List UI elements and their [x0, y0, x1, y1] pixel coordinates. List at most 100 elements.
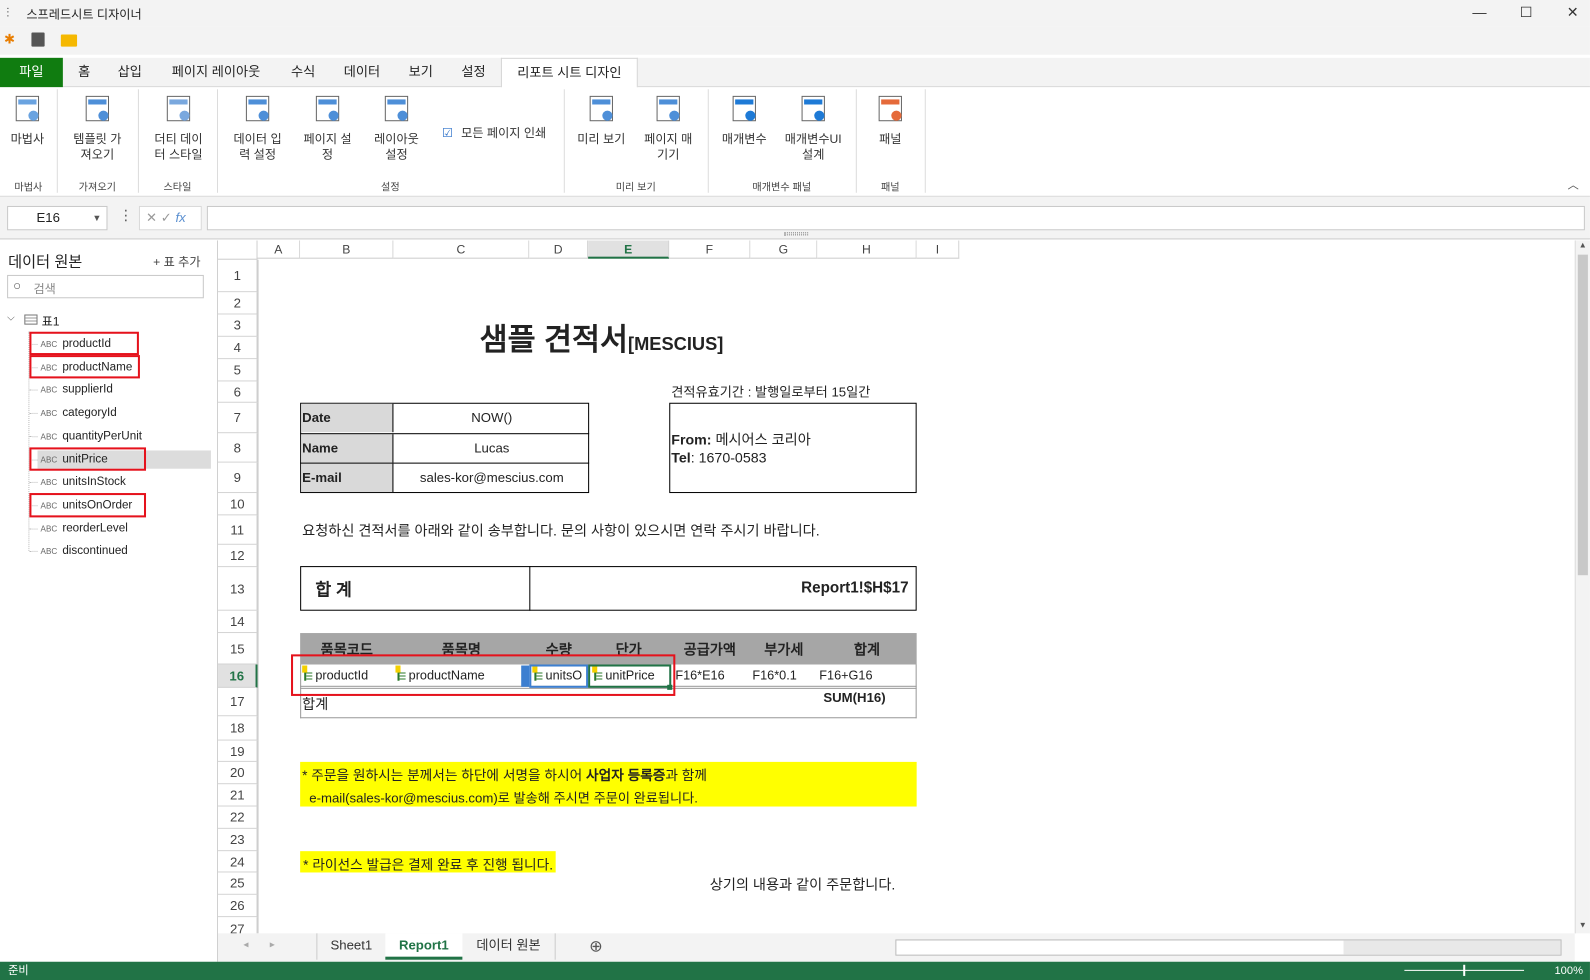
row-header[interactable]: 19 — [218, 740, 258, 762]
tab-formulas[interactable]: 수식 — [284, 58, 323, 87]
tab-insert[interactable]: 삽입 — [112, 58, 149, 87]
collapse-icon[interactable]: ⌵ — [7, 312, 15, 323]
page-settings-button[interactable]: 페이지 설정 — [296, 91, 359, 162]
data-entry-settings-button[interactable]: 데이터 입력 설정 — [225, 91, 290, 162]
column-header[interactable]: H — [817, 240, 917, 259]
close-button[interactable]: ✕ — [1549, 0, 1590, 26]
field-item[interactable]: ABC discontinued — [41, 541, 128, 561]
open-folder-icon[interactable] — [60, 34, 78, 47]
pagination-button[interactable]: 페이지 매 기기 — [637, 91, 700, 162]
row-header[interactable]: 9 — [218, 462, 258, 494]
row-header[interactable]: 22 — [218, 806, 258, 829]
row-header[interactable]: 26 — [218, 894, 258, 918]
row-header[interactable]: 5 — [218, 359, 258, 382]
row-header[interactable]: 6 — [218, 381, 258, 403]
button-label: 정 — [321, 147, 334, 162]
group-divider — [216, 89, 219, 193]
field-item[interactable]: ABC categoryId — [41, 403, 117, 423]
field-item[interactable]: ABC quantityPerUnit — [41, 426, 142, 446]
column-header[interactable]: A — [257, 240, 301, 259]
tab-view[interactable]: 보기 — [402, 58, 441, 87]
tab-page-layout[interactable]: 페이지 레이아웃 — [162, 58, 269, 87]
panel-button[interactable]: 패널 — [864, 91, 917, 147]
tab-report-sheet-design[interactable]: 리포트 시트 디자인 — [500, 57, 638, 89]
column-header[interactable]: I — [916, 240, 960, 259]
formula-actions: ✕ ✓ fx — [138, 205, 202, 231]
cancel-icon[interactable]: ✕ — [146, 210, 157, 225]
column-header[interactable]: B — [300, 240, 394, 259]
row-header[interactable]: 18 — [218, 716, 258, 741]
add-sheet-icon[interactable]: ⊕ — [589, 936, 603, 956]
row-header[interactable]: 8 — [218, 433, 258, 463]
layout-settings-icon — [384, 95, 409, 122]
select-all-corner[interactable] — [218, 240, 258, 260]
row-header[interactable]: 1 — [218, 259, 258, 293]
name-box[interactable]: E16 ▼ — [7, 205, 108, 231]
search-input[interactable]: ○ 검색 — [7, 274, 204, 299]
field-item[interactable]: ABC unitsInStock — [41, 472, 126, 492]
add-table-button[interactable]: + 표 추가 — [153, 253, 200, 270]
row-header[interactable]: 21 — [218, 784, 258, 807]
sheet-tab-sheet1[interactable]: Sheet1 — [316, 933, 385, 960]
row-header[interactable]: 17 — [218, 687, 258, 717]
print-all-pages-checkbox[interactable]: ☑ 모든 페이지 인쇄 — [442, 124, 546, 141]
row-header[interactable]: 4 — [218, 336, 258, 360]
row-header[interactable]: 25 — [218, 872, 258, 895]
more-options-icon[interactable]: ⋮ — [119, 207, 133, 224]
parameter-ui-design-button[interactable]: 매개변수UI 설계 — [779, 91, 848, 162]
import-template-button[interactable]: 템플릿 가 져오기 — [67, 91, 128, 162]
formula-input[interactable] — [206, 205, 1585, 231]
row-header[interactable]: 23 — [218, 828, 258, 852]
column-header[interactable]: D — [529, 240, 589, 259]
data-entry-settings-icon — [245, 95, 270, 122]
zoom-slider-thumb[interactable] — [1463, 964, 1466, 976]
row-header[interactable]: 20 — [218, 761, 258, 785]
row-header[interactable]: 27 — [218, 917, 258, 934]
row-header[interactable]: 12 — [218, 544, 258, 568]
confirm-icon[interactable]: ✓ — [161, 210, 172, 225]
column-header[interactable]: G — [750, 240, 818, 259]
layout-settings-button[interactable]: 레이아웃 설정 — [365, 91, 428, 162]
vertical-scrollbar[interactable]: ▲ ▼ — [1574, 240, 1590, 934]
field-item[interactable]: ABC supplierId — [41, 380, 113, 400]
field-item[interactable]: ABC reorderLevel — [41, 518, 128, 538]
collapse-ribbon-icon[interactable]: ︿ — [1568, 177, 1579, 193]
row-header[interactable]: 13 — [218, 567, 258, 611]
row-header[interactable]: 14 — [218, 610, 258, 634]
table-header-cell: 부가세 — [764, 641, 804, 658]
column-header[interactable]: C — [393, 240, 530, 259]
row-header[interactable]: 2 — [218, 292, 258, 315]
row-header[interactable]: 16 — [218, 664, 258, 688]
next-sheet-icon[interactable]: ▸ — [270, 939, 275, 950]
wizard-button[interactable]: 마법사 — [2, 91, 53, 147]
row-header[interactable]: 3 — [218, 314, 258, 337]
formula-cell[interactable]: F16+G16 — [819, 669, 872, 683]
row-header[interactable]: 11 — [218, 515, 258, 545]
formula-cell[interactable]: F16*0.1 — [752, 669, 796, 683]
save-icon[interactable] — [31, 32, 45, 47]
column-header[interactable]: F — [669, 240, 751, 259]
row-header[interactable]: 7 — [218, 402, 258, 434]
dirty-data-style-button[interactable]: 더티 데이 터 스타일 — [148, 91, 209, 162]
row-header[interactable]: 24 — [218, 851, 258, 873]
minimize-button[interactable]: — — [1456, 0, 1503, 26]
sheet-tab-report1[interactable]: Report1 — [385, 933, 463, 960]
spreadsheet-grid[interactable]: A B C D E F G H I 1 2 3 4 5 6 7 8 9 10 11 12 13 14 15 16 17 18 19 20… — [218, 240, 1575, 934]
row-header[interactable]: 15 — [218, 633, 258, 665]
row-header[interactable]: 10 — [218, 493, 258, 516]
parameters-button[interactable]: 매개변수 — [714, 91, 775, 147]
sheet-tab-data-source[interactable]: 데이터 원본 — [462, 933, 556, 960]
table-name[interactable]: 표1 — [42, 312, 60, 329]
preview-button[interactable]: 미리 보기 — [570, 91, 633, 147]
tab-settings[interactable]: 설정 — [454, 58, 493, 87]
tab-data[interactable]: 데이터 — [337, 58, 388, 87]
maximize-button[interactable]: ☐ — [1503, 0, 1550, 26]
fx-icon[interactable]: fx — [175, 210, 185, 225]
new-file-icon[interactable]: ✱ — [4, 31, 15, 47]
resize-handle[interactable] — [783, 232, 809, 236]
column-header[interactable]: E — [588, 240, 670, 259]
tab-home[interactable]: 홈 — [71, 58, 97, 87]
prev-sheet-icon[interactable]: ◂ — [243, 939, 248, 950]
tab-file[interactable]: 파일 — [0, 57, 63, 88]
formula-cell[interactable]: F16*E16 — [675, 669, 724, 683]
